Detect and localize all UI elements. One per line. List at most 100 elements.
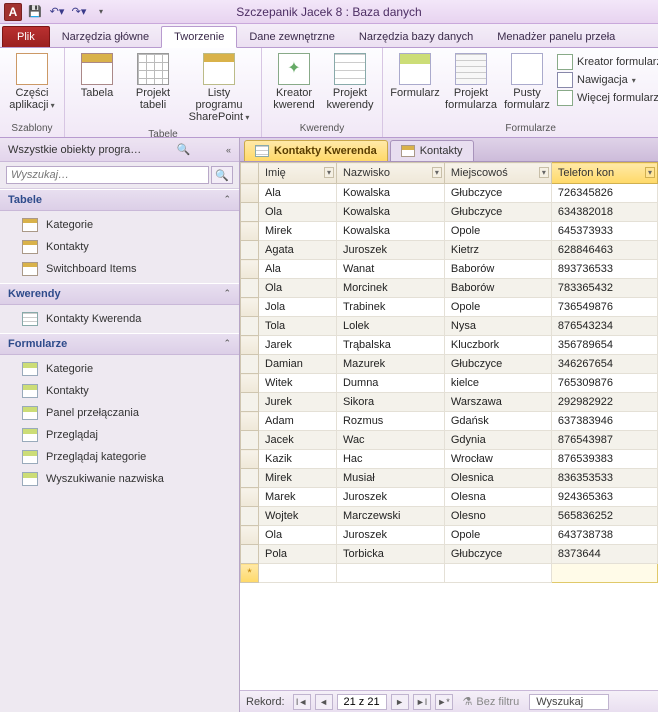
- cell[interactable]: Rozmus: [336, 412, 444, 431]
- recnav-prev-button[interactable]: ◄: [315, 694, 333, 710]
- cell[interactable]: Agata: [259, 241, 337, 260]
- listy-sharepoint-button[interactable]: Listy programu SharePoint: [183, 50, 255, 127]
- cell[interactable]: Głubczyce: [444, 545, 551, 564]
- row-selector[interactable]: [241, 488, 259, 507]
- nav-item[interactable]: Przeglądaj kategorie: [0, 446, 239, 468]
- recnav-position-input[interactable]: [337, 694, 387, 710]
- cell[interactable]: Marek: [259, 488, 337, 507]
- table-row[interactable]: OlaJuroszekOpole643738738: [241, 526, 658, 545]
- new-row[interactable]: *: [241, 564, 658, 583]
- nav-item[interactable]: Kategorie: [0, 358, 239, 380]
- table-row[interactable]: JacekWacGdynia876543987: [241, 431, 658, 450]
- cell[interactable]: Wanat: [336, 260, 444, 279]
- cell[interactable]: Lolek: [336, 317, 444, 336]
- table-row[interactable]: AlaWanatBaborów893736533: [241, 260, 658, 279]
- cell[interactable]: Kowalska: [336, 203, 444, 222]
- table-row[interactable]: OlaMorcinekBaborów783365432: [241, 279, 658, 298]
- recnav-new-button[interactable]: ►*: [435, 694, 453, 710]
- tab-narzedzia-bazy[interactable]: Narzędzia bazy danych: [347, 27, 485, 47]
- table-row[interactable]: KazikHacWrocław876539383: [241, 450, 658, 469]
- cell[interactable]: Baborów: [444, 260, 551, 279]
- table-row[interactable]: AlaKowalskaGłubczyce726345826: [241, 184, 658, 203]
- nav-item[interactable]: Kontakty: [0, 236, 239, 258]
- row-selector[interactable]: [241, 317, 259, 336]
- cell[interactable]: Mirek: [259, 222, 337, 241]
- row-selector[interactable]: [241, 203, 259, 222]
- table-row[interactable]: AgataJuroszekKietrz628846463: [241, 241, 658, 260]
- cell[interactable]: [336, 564, 444, 583]
- cell[interactable]: 783365432: [551, 279, 657, 298]
- cell[interactable]: [444, 564, 551, 583]
- cell[interactable]: [259, 564, 337, 583]
- cell[interactable]: 736549876: [551, 298, 657, 317]
- czesci-aplikacji-button[interactable]: Części aplikacji: [6, 50, 58, 115]
- cell[interactable]: 8373644: [551, 545, 657, 564]
- nav-item[interactable]: Kontakty Kwerenda: [0, 308, 239, 330]
- cell[interactable]: 637383946: [551, 412, 657, 431]
- cell[interactable]: Opole: [444, 222, 551, 241]
- table-row[interactable]: MirekKowalskaOpole645373933: [241, 222, 658, 241]
- cell[interactable]: Marczewski: [336, 507, 444, 526]
- cell[interactable]: Dumna: [336, 374, 444, 393]
- row-selector[interactable]: [241, 279, 259, 298]
- column-dropdown-icon[interactable]: ▾: [539, 167, 549, 178]
- table-row[interactable]: JurekSikoraWarszawa292982922: [241, 393, 658, 412]
- cell[interactable]: Olesna: [444, 488, 551, 507]
- cell[interactable]: Juroszek: [336, 526, 444, 545]
- doc-tab-kontakty-kwerenda[interactable]: Kontakty Kwerenda: [244, 140, 388, 161]
- cell[interactable]: 924365363: [551, 488, 657, 507]
- cell[interactable]: Sikora: [336, 393, 444, 412]
- cell[interactable]: Opole: [444, 298, 551, 317]
- cell[interactable]: Baborów: [444, 279, 551, 298]
- cell[interactable]: [551, 564, 657, 583]
- cell[interactable]: Damian: [259, 355, 337, 374]
- projekt-formularza-button[interactable]: Projekt formularza: [445, 50, 497, 114]
- cell[interactable]: 645373933: [551, 222, 657, 241]
- nav-item[interactable]: Kontakty: [0, 380, 239, 402]
- cell[interactable]: Pola: [259, 545, 337, 564]
- nav-search-input[interactable]: [6, 166, 209, 184]
- cell[interactable]: 893736533: [551, 260, 657, 279]
- formularz-button[interactable]: Formularz: [389, 50, 441, 102]
- cell[interactable]: Juroszek: [336, 241, 444, 260]
- table-row[interactable]: TolaLolekNysa876543234: [241, 317, 658, 336]
- table-row[interactable]: JolaTrabinekOpole736549876: [241, 298, 658, 317]
- row-selector[interactable]: [241, 393, 259, 412]
- cell[interactable]: 876543234: [551, 317, 657, 336]
- cell[interactable]: Adam: [259, 412, 337, 431]
- recnav-first-button[interactable]: I◄: [293, 694, 311, 710]
- datasheet[interactable]: Imię▾Nazwisko▾Miejscowoś▾Telefon kon▾Ala…: [240, 162, 658, 690]
- cell[interactable]: Kluczbork: [444, 336, 551, 355]
- recnav-last-button[interactable]: ►I: [413, 694, 431, 710]
- cell[interactable]: Trąbalska: [336, 336, 444, 355]
- cell[interactable]: Kowalska: [336, 222, 444, 241]
- cell[interactable]: 346267654: [551, 355, 657, 374]
- pusty-formularz-button[interactable]: Pusty formularz: [501, 50, 553, 114]
- row-selector[interactable]: [241, 526, 259, 545]
- wiecej-formularzy-button[interactable]: Więcej formularzy▾: [557, 90, 658, 106]
- tab-menadzer-panelu[interactable]: Menadżer panelu przeła: [485, 27, 627, 47]
- nav-search-button[interactable]: 🔍: [211, 166, 233, 184]
- tab-dane-zewnetrzne[interactable]: Dane zewnętrzne: [237, 27, 347, 47]
- nav-cat-kwerendy[interactable]: Kwerendy⌃: [0, 283, 239, 305]
- access-app-icon[interactable]: A: [4, 3, 22, 21]
- cell[interactable]: Wojtek: [259, 507, 337, 526]
- row-selector[interactable]: [241, 222, 259, 241]
- column-header[interactable]: Nazwisko▾: [336, 163, 444, 184]
- recnav-next-button[interactable]: ►: [391, 694, 409, 710]
- column-header[interactable]: Telefon kon▾: [551, 163, 657, 184]
- cell[interactable]: Morcinek: [336, 279, 444, 298]
- cell[interactable]: 876543987: [551, 431, 657, 450]
- cell[interactable]: kielce: [444, 374, 551, 393]
- cell[interactable]: 726345826: [551, 184, 657, 203]
- recnav-filter[interactable]: ⚗Bez filtru: [463, 695, 520, 708]
- cell[interactable]: Kietrz: [444, 241, 551, 260]
- cell[interactable]: Jacek: [259, 431, 337, 450]
- cell[interactable]: Trabinek: [336, 298, 444, 317]
- row-selector[interactable]: [241, 298, 259, 317]
- cell[interactable]: Olesno: [444, 507, 551, 526]
- redo-icon[interactable]: ↷▾: [70, 3, 88, 21]
- cell[interactable]: Torbicka: [336, 545, 444, 564]
- doc-tab-kontakty[interactable]: Kontakty: [390, 140, 474, 161]
- column-header[interactable]: Imię▾: [259, 163, 337, 184]
